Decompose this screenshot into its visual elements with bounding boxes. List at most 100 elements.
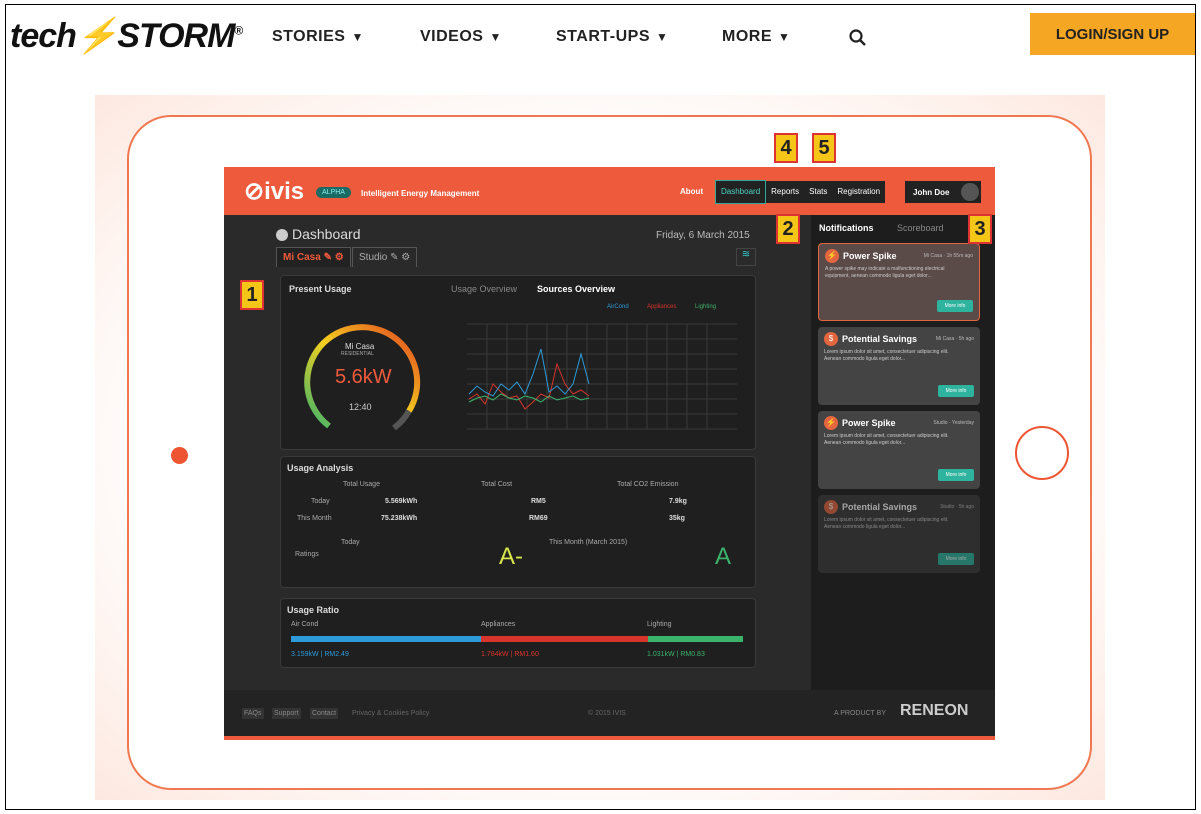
- gauge-place: Mi Casa: [345, 342, 375, 351]
- ratio-segment: [480, 636, 649, 642]
- dashboard-date: Friday, 6 March 2015: [656, 230, 750, 241]
- ratio-label-appliances: Appliances: [481, 621, 516, 628]
- ratio-value-aircond: 3.159kW | RM2.49: [291, 651, 349, 658]
- tab-reports[interactable]: Reports: [766, 181, 804, 203]
- nav-about[interactable]: About: [680, 187, 703, 196]
- power-spike-icon: ⚡: [824, 416, 838, 430]
- ivis-logo[interactable]: ⊘ivis: [244, 177, 304, 206]
- header-total-usage: Total Usage: [343, 481, 380, 488]
- notification-meta: Mi Casa · 1h 55m ago: [923, 253, 973, 259]
- location-tab-micasa[interactable]: Mi Casa ✎ ⚙: [276, 247, 351, 267]
- gear-icon[interactable]: [961, 183, 979, 201]
- notification-meta: Studio · Yesterday: [933, 420, 974, 426]
- dashboard-title: Dashboard: [292, 226, 361, 242]
- callout-3: 3: [968, 214, 992, 244]
- tab-stats[interactable]: Stats: [804, 181, 832, 203]
- notification-text: Lorem ipsum dolor sit amet, consectetuer…: [824, 433, 949, 446]
- user-name: John Doe: [913, 187, 950, 197]
- nav-label: MORE: [722, 28, 772, 45]
- table-cell: 7.9kg: [669, 498, 687, 505]
- tab-registration[interactable]: Registration: [832, 181, 885, 203]
- ratio-value-appliances: 1.784kW | RM1.60: [481, 651, 539, 658]
- callout-5: 5: [812, 133, 836, 163]
- savings-icon: $: [824, 332, 838, 346]
- search-icon[interactable]: [848, 28, 868, 48]
- dashboard-panel: Dashboard Friday, 6 March 2015 Mi Casa ✎…: [224, 215, 811, 690]
- more-info-button[interactable]: More info: [938, 469, 974, 481]
- legend-appliances[interactable]: Appliances: [647, 304, 676, 310]
- notification-text: A power spike may indicate a malfunction…: [825, 266, 945, 279]
- usage-ratio-title: Usage Ratio: [287, 605, 340, 615]
- notifications-panel: Notifications Scoreboard ⚡ Power Spike M…: [811, 215, 995, 690]
- callout-4: 4: [774, 133, 798, 163]
- notification-title: Power Spike: [843, 251, 897, 261]
- usage-analysis-title: Usage Analysis: [287, 463, 354, 473]
- tab-dashboard[interactable]: Dashboard: [715, 180, 767, 204]
- notification-text: Lorem ipsum dolor sit amet, consectetuer…: [824, 517, 949, 530]
- table-cell: 35kg: [669, 515, 685, 522]
- usage-ratio-bar: [291, 636, 743, 642]
- bolt-icon: ⚡: [75, 17, 118, 55]
- app-header: ⊘ivis ALPHA Intelligent Energy Managemen…: [224, 167, 995, 215]
- nav-startups[interactable]: START-UPS ▼: [556, 28, 668, 46]
- more-info-button[interactable]: More info: [938, 385, 974, 397]
- caret-down-icon: ▼: [351, 30, 364, 44]
- caret-down-icon: ▼: [655, 30, 669, 44]
- table-cell: 75.238kWh: [381, 515, 418, 522]
- gauge-value: 5.6kW: [335, 366, 392, 388]
- tablet-camera: [171, 447, 188, 464]
- site-header: tech⚡STORM® STORIES ▼ VIDEOS ▼ START-UPS ▼ …: [0, 0, 1201, 80]
- logo-text: tech: [10, 17, 77, 55]
- caret-down-icon: ▼: [489, 30, 502, 44]
- nav-label: VIDEOS: [420, 28, 484, 45]
- footer-faqs[interactable]: FAQs: [242, 708, 264, 719]
- header-total-cost: Total Cost: [481, 481, 513, 488]
- more-info-button[interactable]: More info: [938, 553, 974, 565]
- app-nav-tabs: Dashboard Reports Stats Registration: [715, 180, 886, 204]
- tab-scoreboard[interactable]: Scoreboard: [897, 223, 944, 233]
- callout-1: 1: [240, 280, 264, 310]
- more-info-button[interactable]: More info: [937, 300, 973, 312]
- techstorm-logo[interactable]: tech⚡STORM®: [10, 16, 243, 56]
- gauge-time: 12:40: [349, 402, 372, 412]
- row-label: This Month: [297, 515, 332, 522]
- footer-copyright: © 2015 IVIS: [588, 710, 626, 717]
- app-tagline: Intelligent Energy Management: [361, 189, 480, 198]
- footer-policy[interactable]: Privacy & Cookies Policy: [352, 710, 429, 717]
- footer-product-by: A PRODUCT BY: [834, 710, 886, 717]
- ratings-month-label: This Month (March 2015): [549, 539, 628, 546]
- tab-notifications[interactable]: Notifications: [819, 223, 874, 233]
- footer-support[interactable]: Support: [272, 708, 301, 719]
- nav-stories[interactable]: STORIES ▼: [272, 28, 364, 46]
- notification-meta: Mi Casa · 5h ago: [935, 336, 974, 342]
- notification-card[interactable]: ⚡ Power Spike Mi Casa · 1h 55m ago A pow…: [818, 243, 980, 321]
- registered-mark: ®: [234, 23, 243, 38]
- ratio-segment: [648, 636, 743, 642]
- usage-analysis-card: Usage Analysis Total Usage Total Cost To…: [280, 456, 756, 588]
- location-tab-studio[interactable]: Studio ✎ ⚙: [352, 247, 418, 267]
- ratings-label: Ratings: [295, 551, 319, 558]
- gauge-place-type: RESIDENTIAL: [341, 351, 374, 357]
- notification-meta: Studio · 5h ago: [940, 504, 974, 510]
- footer-contact[interactable]: Contact: [310, 708, 339, 719]
- notification-card[interactable]: $ Potential Savings Mi Casa · 5h ago Lor…: [818, 327, 980, 405]
- table-cell: RM69: [529, 515, 548, 522]
- sources-chart: [467, 323, 737, 430]
- tab-usage-overview[interactable]: Usage Overview: [451, 284, 517, 294]
- logo-text-rest: STORM: [117, 17, 235, 55]
- nav-more[interactable]: MORE ▼: [722, 28, 790, 46]
- ratings-month-grade: A: [715, 543, 732, 570]
- notification-title: Potential Savings: [842, 334, 918, 344]
- callout-2: 2: [776, 214, 800, 244]
- ratio-label-aircond: Air Cond: [291, 621, 319, 628]
- power-spike-icon: ⚡: [825, 249, 839, 263]
- tab-sources-overview[interactable]: Sources Overview: [537, 284, 615, 294]
- row-label: Today: [311, 498, 330, 505]
- nav-videos[interactable]: VIDEOS ▼: [420, 28, 502, 46]
- wifi-icon[interactable]: ≋: [736, 248, 756, 266]
- login-signup-button[interactable]: LOGIN/SIGN UP: [1030, 13, 1195, 55]
- legend-aircond[interactable]: AirCond: [607, 304, 629, 310]
- notification-card[interactable]: ⚡ Power Spike Studio · Yesterday Lorem i…: [818, 411, 980, 489]
- notification-card[interactable]: $ Potential Savings Studio · 5h ago Lore…: [818, 495, 980, 573]
- legend-lighting[interactable]: Lighting: [695, 304, 716, 310]
